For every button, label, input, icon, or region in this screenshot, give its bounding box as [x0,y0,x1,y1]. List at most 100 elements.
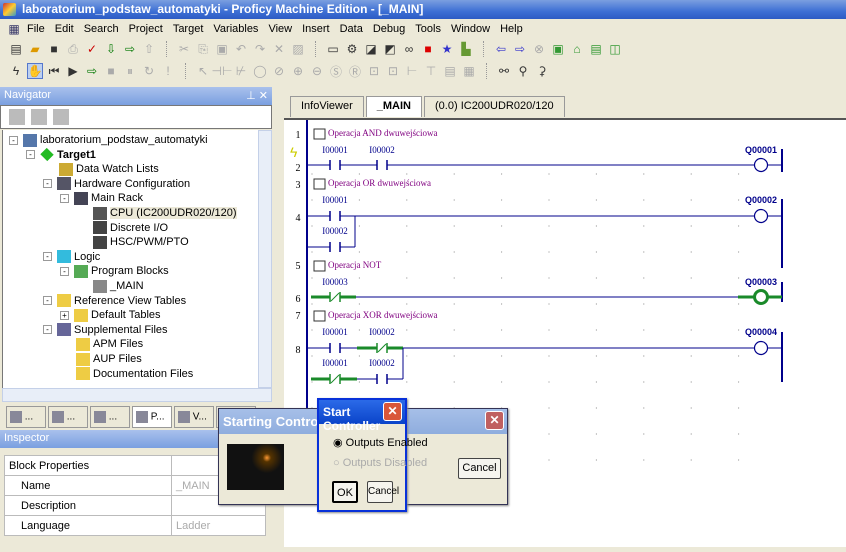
menu-search[interactable]: Search [79,23,124,35]
tree-horizontal-scrollbar[interactable] [2,388,272,402]
run-icon[interactable]: ▶ [65,63,81,79]
tree-item[interactable]: CPU (IC200UDR020/120) [77,206,237,220]
set-coil-icon[interactable]: Ⓢ [328,63,344,79]
vwire-icon[interactable]: ⊤ [423,63,439,79]
outputs-enabled-radio[interactable]: ◉ Outputs Enabled [333,436,428,449]
new-project-icon[interactable]: ▤ [8,41,24,57]
tree-item[interactable]: Discrete I/O [77,221,168,235]
tree-item[interactable]: Documentation Files [60,367,193,381]
panel-tab[interactable]: ... [90,406,130,428]
tree-item[interactable]: - Logic [43,250,100,264]
menu-target[interactable]: Target [168,23,209,35]
coil[interactable] [753,208,769,224]
menu-insert[interactable]: Insert [297,23,335,35]
coil[interactable] [753,289,769,305]
contact-label[interactable]: I00002 [369,327,395,337]
editor-tab[interactable]: InfoViewer [290,96,364,117]
copy-icon[interactable]: ⎘ [195,41,211,57]
link-icon[interactable]: ◫ [607,41,623,57]
collapse-icon[interactable]: - [43,325,52,335]
validate-icon[interactable]: ✓ [84,41,100,57]
coil-icon[interactable]: ◯ [252,63,268,79]
stop-controller-icon[interactable]: ■ [103,63,119,79]
online-icon[interactable]: ϟ [8,63,24,79]
coil-label[interactable]: Q00002 [745,195,777,205]
contact-label[interactable]: I00001 [322,145,348,155]
clear-icon[interactable]: ▨ [290,41,306,57]
editor-tab[interactable]: (0.0) IC200UDR020/120 [424,96,565,117]
navigator-icon[interactable]: ▭ [325,41,341,57]
negated-coil-icon[interactable]: ⊘ [271,63,287,79]
undo-icon[interactable]: ↶ [233,41,249,57]
home-icon[interactable]: ⌂ [569,41,585,57]
tree-item[interactable]: - Main Rack [60,191,143,205]
tree-item[interactable]: - Target1 [26,147,96,162]
back-icon[interactable]: ⇦ [493,41,509,57]
tree-item[interactable]: AUP Files [60,352,142,366]
redo-icon[interactable]: ↷ [252,41,268,57]
coil[interactable] [753,157,769,173]
project-icon[interactable]: ▙ [458,41,474,57]
tree-item[interactable]: - laboratorium_podstaw_automatyki [9,133,208,147]
upload-icon[interactable]: ⇧ [141,41,157,57]
menu-window[interactable]: Window [446,23,495,35]
panel-tab[interactable]: V... [174,406,214,428]
view-icon[interactable] [31,109,47,125]
contact-label[interactable]: I00003 [322,277,348,287]
delete-icon[interactable]: ✕ [271,41,287,57]
forward-icon[interactable]: ⇨ [512,41,528,57]
save-icon[interactable]: ■ [46,41,62,57]
pin-close-icon[interactable]: ⊥ ✕ [246,89,268,103]
contact-label[interactable]: I00001 [322,195,348,205]
pause-icon[interactable]: ⏸ [122,63,138,79]
restart-icon[interactable]: ↻ [141,63,157,79]
close-icon[interactable]: ✕ [383,402,402,421]
collapse-icon[interactable]: - [60,193,69,203]
contact-label[interactable]: I00001 [322,327,348,337]
insert-row-icon[interactable]: ⊡ [366,63,382,79]
rewind-icon[interactable]: ⏮ [46,63,62,79]
collapse-icon[interactable]: - [43,179,52,189]
editor-tab[interactable]: _MAIN [365,96,423,117]
menu-view[interactable]: View [263,23,297,35]
tree-item[interactable]: _MAIN [77,279,144,293]
view-icon[interactable] [53,109,69,125]
collapse-icon[interactable]: - [26,150,35,160]
replace-icon[interactable]: ⚳ [534,63,550,79]
view-icon[interactable] [9,109,25,125]
expand-icon[interactable]: + [60,310,69,320]
property-row[interactable]: Language Ladder [4,515,266,536]
nc-contact-icon[interactable]: ⊬ [233,63,249,79]
menu-file[interactable]: File [22,23,50,35]
insert-col-icon[interactable]: ⊡ [385,63,401,79]
contact-label[interactable]: I00001 [322,358,348,368]
contact-label[interactable]: I00002 [369,358,395,368]
panel-tab[interactable]: ... [6,406,46,428]
collapse-icon[interactable]: - [60,266,69,276]
hwire-icon[interactable]: ⊢ [404,63,420,79]
menu-data[interactable]: Data [335,23,368,35]
tree-vertical-scrollbar[interactable] [258,130,272,388]
coil-label[interactable]: Q00004 [745,327,777,337]
menu-tools[interactable]: Tools [410,23,446,35]
tree-item[interactable]: HSC/PWM/PTO [77,235,189,249]
data-watch-icon[interactable]: ∞ [401,41,417,57]
coil[interactable] [753,340,769,356]
panel-tab[interactable]: P... [132,406,172,428]
collapse-icon[interactable]: - [9,135,18,145]
contact-label[interactable]: I00002 [322,226,348,236]
feedback-icon[interactable]: ◩ [382,41,398,57]
edit-icon[interactable]: ▦ [461,63,477,79]
companion-icon[interactable]: ◪ [363,41,379,57]
open-icon[interactable]: ▰ [27,41,43,57]
tree-item[interactable]: + Default Tables [60,308,161,322]
menu-variables[interactable]: Variables [208,23,263,35]
find-next-icon[interactable]: ⚲ [515,63,531,79]
programmer-mode-icon[interactable]: ✋ [27,63,43,79]
select-icon[interactable]: ↖ [195,63,211,79]
tree-item[interactable]: Data Watch Lists [43,162,159,176]
ok-button[interactable]: OK [332,481,358,503]
coil-label[interactable]: Q00003 [745,277,777,287]
paste-icon[interactable]: ▣ [214,41,230,57]
tree-item[interactable]: - Supplemental Files [43,323,168,337]
